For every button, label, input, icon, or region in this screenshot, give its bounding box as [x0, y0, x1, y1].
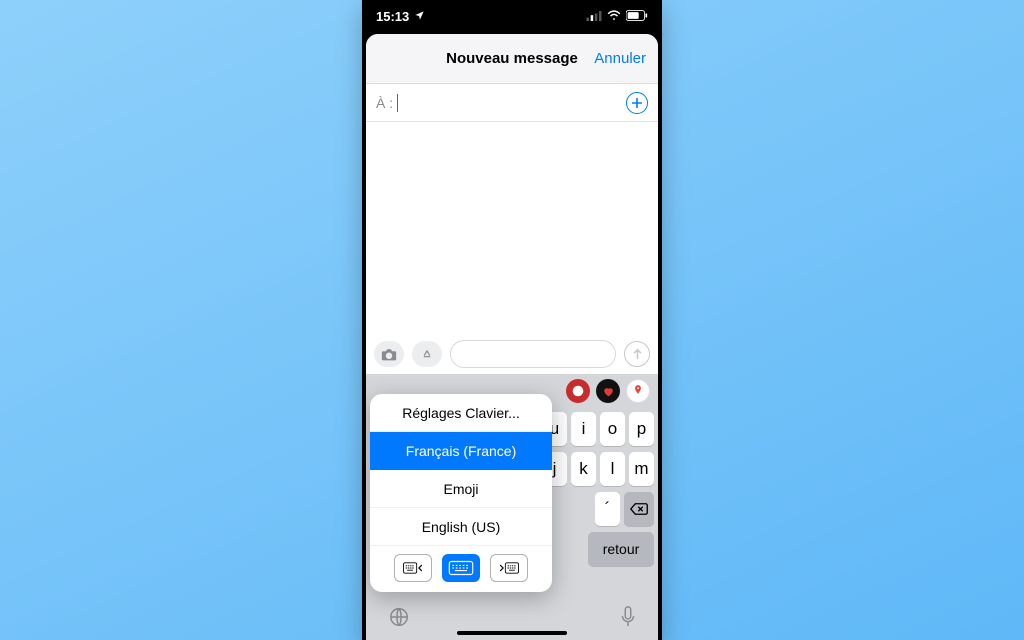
language-option[interactable]: English (US) [370, 508, 552, 546]
imessage-app-icon[interactable] [626, 379, 650, 403]
page-title: Nouveau message [446, 50, 578, 67]
to-label: À : [376, 95, 393, 111]
language-option[interactable]: Français (France) [370, 432, 552, 470]
phone-frame: 15:13 Nouveau message Annuler À : [362, 0, 662, 640]
key-m[interactable]: m [629, 452, 654, 486]
send-button[interactable] [624, 341, 650, 367]
appstore-button[interactable] [412, 341, 442, 367]
key-accent[interactable]: ´ [595, 492, 620, 526]
add-contact-button[interactable] [626, 92, 648, 114]
microphone-icon[interactable] [620, 606, 636, 634]
key-i[interactable]: i [571, 412, 596, 446]
imessage-app-icon[interactable] [596, 379, 620, 403]
keyboard-settings-item[interactable]: Réglages Clavier... [370, 394, 552, 432]
nav-bar: Nouveau message Annuler [366, 34, 658, 84]
message-body[interactable] [366, 122, 658, 334]
globe-icon[interactable] [388, 606, 410, 634]
key-o[interactable]: o [600, 412, 625, 446]
keyboard-area: u i o p j k l m ´ ret [366, 374, 658, 640]
home-indicator[interactable] [457, 631, 567, 635]
keyboard-full-button[interactable] [442, 554, 480, 582]
key-k[interactable]: k [571, 452, 596, 486]
text-cursor [397, 94, 398, 112]
return-key[interactable]: retour [588, 532, 654, 566]
compose-sheet: Nouveau message Annuler À : [366, 34, 658, 640]
cancel-button[interactable]: Annuler [594, 50, 646, 67]
status-time: 15:13 [376, 9, 409, 24]
message-input[interactable] [450, 340, 616, 368]
wifi-icon [607, 9, 621, 24]
keyboard-dock-left-button[interactable] [394, 554, 432, 582]
key-p[interactable]: p [629, 412, 654, 446]
language-option[interactable]: Emoji [370, 470, 552, 508]
keyboard-language-menu: Réglages Clavier... Français (France) Em… [370, 394, 552, 592]
battery-icon [626, 9, 648, 24]
keyboard-dock-right-button[interactable] [490, 554, 528, 582]
key-l[interactable]: l [600, 452, 625, 486]
input-bar [366, 334, 658, 374]
status-bar: 15:13 [362, 0, 662, 32]
keyboard-layout-row [370, 546, 552, 592]
camera-button[interactable] [374, 341, 404, 367]
location-icon [414, 9, 425, 24]
recipient-row[interactable]: À : [366, 84, 658, 122]
delete-key[interactable] [624, 492, 654, 526]
signal-icon [586, 9, 602, 24]
imessage-app-icon[interactable] [566, 379, 590, 403]
